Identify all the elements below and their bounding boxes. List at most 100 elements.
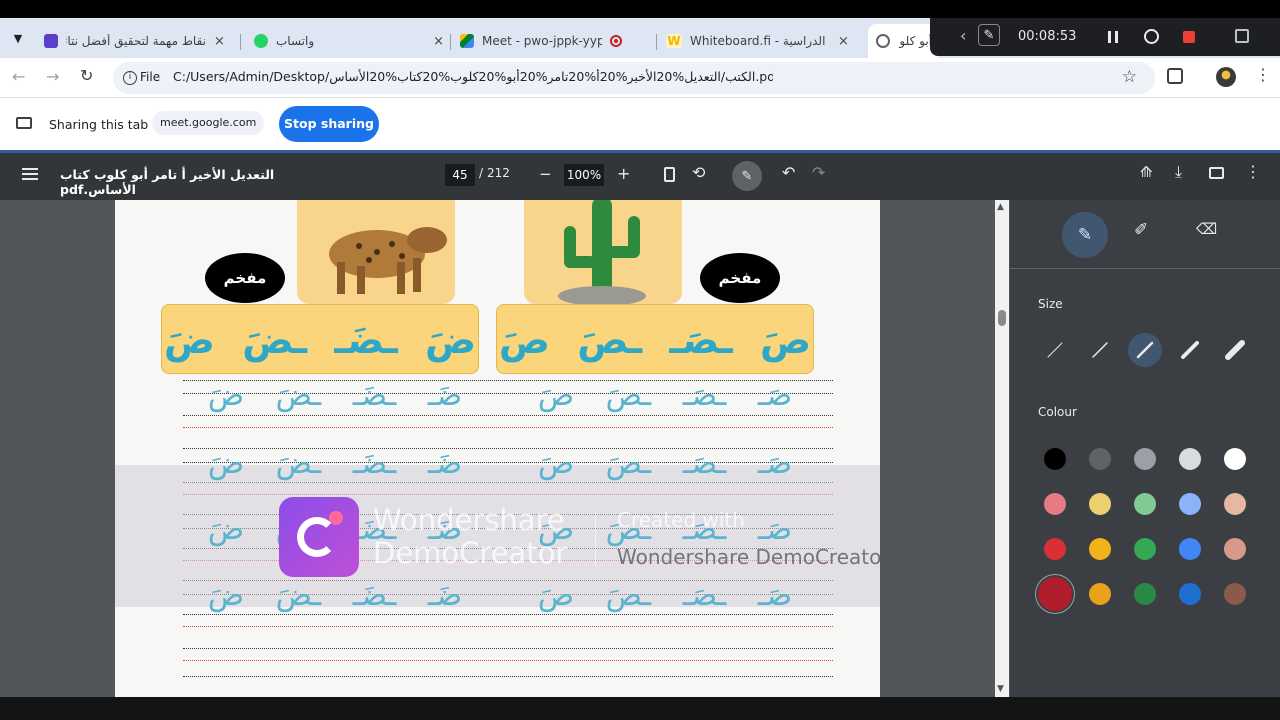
colour-swatch[interactable] <box>1134 448 1156 470</box>
colour-swatch[interactable] <box>1089 583 1111 605</box>
reload-icon[interactable]: ↻ <box>80 66 93 85</box>
highlighter-tool-button[interactable]: ✐ <box>1134 220 1148 240</box>
save-to-drive-icon[interactable]: ⟰ <box>1140 163 1153 181</box>
screen: ▼ نقاط مهمة لتحقيق أفضل نتائج × واتساب ×… <box>0 0 1280 720</box>
tab-whiteboard-title: Whiteboard.fi - جدول الدراسية <box>690 34 830 48</box>
colour-swatch[interactable] <box>1044 538 1066 560</box>
recording-indicator-icon <box>610 35 622 47</box>
tab-notes[interactable]: نقاط مهمة لتحقيق أفضل نتائج × <box>44 24 234 58</box>
sharing-target-chip[interactable]: meet.google.com <box>152 111 265 135</box>
colour-swatch[interactable] <box>1179 583 1201 605</box>
undo-icon[interactable]: ↶ <box>782 163 795 182</box>
page-separator: / <box>479 166 484 180</box>
colour-swatch[interactable] <box>1134 493 1156 515</box>
colour-swatch[interactable] <box>1134 538 1156 560</box>
size-option-1[interactable] <box>1038 333 1072 367</box>
forward-icon[interactable]: → <box>46 67 59 86</box>
tab-list-button[interactable]: ▼ <box>6 26 30 50</box>
annotate-pen-icon: ✎ <box>741 168 753 184</box>
rotate-icon[interactable]: ⟲ <box>692 163 705 182</box>
colour-swatch[interactable] <box>1224 493 1246 515</box>
zoom-in-icon[interactable]: + <box>617 164 630 183</box>
scroll-down-icon[interactable]: ▼ <box>997 684 1004 694</box>
whiteboard-icon: W <box>666 34 682 48</box>
zoom-out-icon[interactable]: − <box>539 165 552 183</box>
recorder-widget: ‹ ✎ 00:08:53 <box>930 18 1280 56</box>
colour-swatch[interactable] <box>1089 448 1111 470</box>
extensions-icon[interactable] <box>1167 68 1183 84</box>
letter-box-sad: صَ ـصَـ ـصَ صَ <box>496 304 814 374</box>
redo-icon[interactable]: ↷ <box>812 163 825 182</box>
badge-emphatic-left: مفخم <box>205 253 285 303</box>
whatsapp-icon <box>254 34 268 48</box>
colour-swatch[interactable] <box>1224 583 1246 605</box>
sidebar-menu-icon[interactable] <box>22 168 38 180</box>
size-option-4[interactable] <box>1173 333 1207 367</box>
more-options-icon[interactable]: ⋮ <box>1245 162 1261 181</box>
fit-page-icon[interactable] <box>664 167 675 182</box>
trace-row-2-left: ضَـ ـضَـ ـضَ ضَ <box>207 446 463 481</box>
size-label: Size <box>1038 297 1063 311</box>
annotate-button[interactable]: ✎ <box>732 161 762 191</box>
highlighter-icon: ✐ <box>1134 220 1149 240</box>
colour-swatch[interactable] <box>1044 448 1066 470</box>
print-icon[interactable] <box>1209 167 1224 179</box>
address-url[interactable]: C:/Users/Admin/Desktop/الكتب/التعديل%20ا… <box>173 69 773 84</box>
menu-kebab-icon[interactable]: ⋮ <box>1255 65 1271 84</box>
scroll-up-icon[interactable]: ▲ <box>997 202 1004 212</box>
chevron-left-icon[interactable]: ‹ <box>960 26 966 45</box>
colour-swatch[interactable] <box>1044 493 1066 515</box>
close-icon[interactable]: × <box>433 34 444 49</box>
pdf-filename: التعديل الأخير أ تامر أبو كلوب كتاب الأس… <box>60 167 275 197</box>
pencil-icon[interactable]: ✎ <box>978 24 1000 46</box>
colour-swatch[interactable] <box>1134 583 1156 605</box>
colour-swatch[interactable] <box>1224 448 1246 470</box>
close-icon[interactable]: × <box>838 34 849 49</box>
address-bar[interactable]: i File C:/Users/Admin/Desktop/الكتب/التع… <box>113 62 1155 94</box>
page-number-input[interactable]: 45 <box>445 164 475 186</box>
back-icon[interactable]: ← <box>12 67 25 86</box>
pdf-page[interactable]: مفخم مفخم ضَ ـضَـ ـضَ ضَ صَ ـصَـ ـصَ صَ … <box>115 200 880 698</box>
size-option-3[interactable] <box>1128 333 1162 367</box>
pdf-scrollbar[interactable]: ▲ ▼ <box>995 200 1009 698</box>
colour-swatch[interactable] <box>1224 538 1246 560</box>
zoom-level-input[interactable]: 100% <box>564 164 604 186</box>
colour-swatch[interactable] <box>1038 577 1072 611</box>
trace-row-1-left: ضَـ ـضَـ ـضَ ضَ <box>207 378 463 413</box>
avatar[interactable] <box>1216 67 1236 87</box>
scheme-label: File <box>140 70 161 84</box>
tab-meet[interactable]: Meet - pwo-jppk-yyp <box>460 24 650 58</box>
pause-icon[interactable] <box>1108 31 1118 43</box>
tab-meet-title: Meet - pwo-jppk-yyp <box>482 34 602 48</box>
colour-label: Colour <box>1038 405 1077 419</box>
eraser-tool-button[interactable]: ⌫ <box>1196 220 1217 238</box>
tab-notes-title: نقاط مهمة لتحقيق أفضل نتائج <box>66 34 206 48</box>
size-option-5[interactable] <box>1218 333 1252 367</box>
tab-active-pdf[interactable]: أبو كلو <box>868 24 938 58</box>
stop-sharing-button[interactable]: Stop sharing <box>279 106 379 142</box>
download-icon[interactable]: ⤓ <box>1175 162 1182 182</box>
top-black-strip <box>0 0 1280 18</box>
camera-icon[interactable] <box>1144 29 1159 44</box>
info-icon[interactable]: i <box>123 71 137 85</box>
colour-swatch[interactable] <box>1089 493 1111 515</box>
tab-whiteboard[interactable]: W Whiteboard.fi - جدول الدراسية × <box>666 24 856 58</box>
colour-swatch[interactable] <box>1179 538 1201 560</box>
tab-whatsapp[interactable]: واتساب × <box>254 24 444 58</box>
recording-timer: 00:08:53 <box>1018 29 1077 44</box>
close-icon[interactable]: × <box>214 34 225 49</box>
colour-swatch[interactable] <box>1089 538 1111 560</box>
colour-swatch[interactable] <box>1179 493 1201 515</box>
pdf-toolbar: التعديل الأخير أ تامر أبو كلوب كتاب الأس… <box>0 150 1280 200</box>
eraser-icon: ⌫ <box>1196 220 1218 238</box>
watermark-divider <box>595 512 596 566</box>
size-option-2[interactable] <box>1083 333 1117 367</box>
address-row: ← → ↻ i File C:/Users/Admin/Desktop/الكت… <box>0 58 1280 98</box>
pen-tool-button[interactable]: ✎ <box>1062 212 1108 258</box>
stop-icon[interactable] <box>1183 31 1195 43</box>
colour-swatch[interactable] <box>1179 448 1201 470</box>
bookmark-star-icon[interactable]: ☆ <box>1122 67 1137 87</box>
scroll-thumb[interactable] <box>998 310 1006 326</box>
fullscreen-icon[interactable] <box>1235 29 1249 43</box>
tab-whatsapp-title: واتساب <box>276 34 315 48</box>
